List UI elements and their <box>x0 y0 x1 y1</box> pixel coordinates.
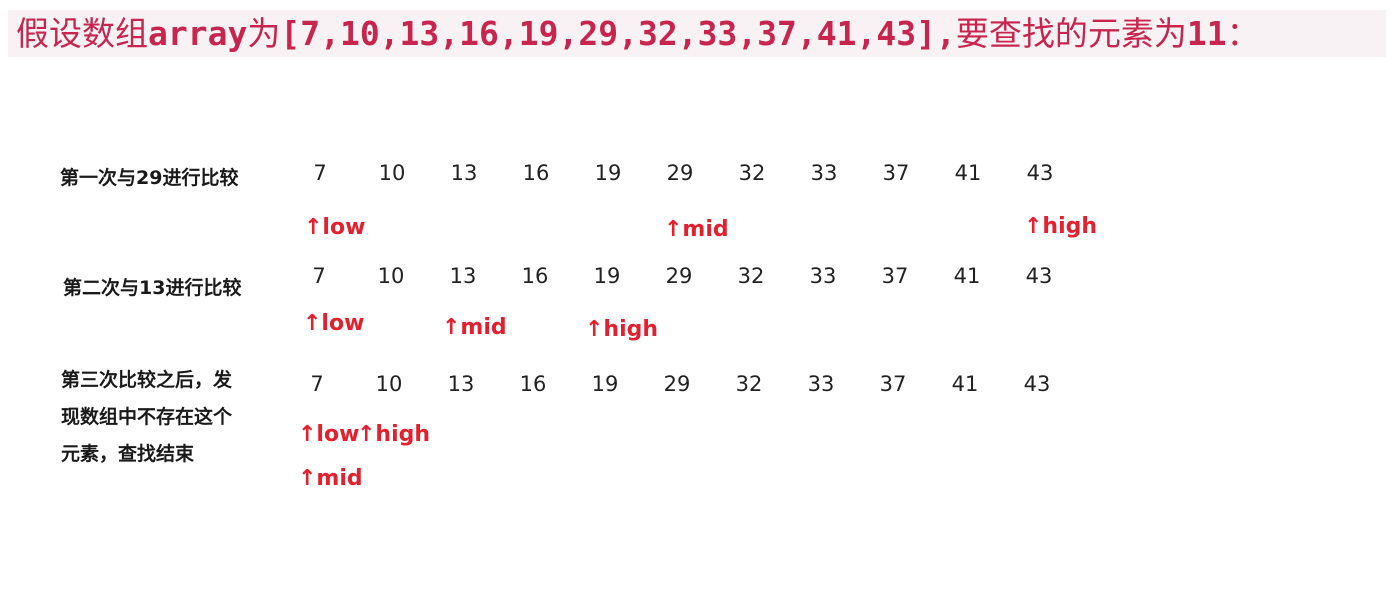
array-cell: 32 <box>738 161 766 185</box>
array-cell: 32 <box>737 264 765 288</box>
array-cell: 16 <box>519 372 547 396</box>
array-cell: 33 <box>810 161 838 185</box>
array-cell: 10 <box>377 264 405 288</box>
pointer-mid: ↑mid <box>442 315 507 340</box>
heading-array-word: array <box>148 14 248 53</box>
array-cell: 43 <box>1023 372 1051 396</box>
step-2-label-line: 第二次与13进行比较 <box>63 277 242 299</box>
array-cell: 13 <box>447 372 475 396</box>
step-2-label: 第二次与13进行比较 <box>63 270 241 307</box>
array-cell: 37 <box>882 161 910 185</box>
array-cell: 16 <box>521 264 549 288</box>
step-3-label-line-1: 第三次比较之后，发 <box>61 369 233 391</box>
heading-array-literal: [7,10,13,16,19,29,32,33,37,41,43], <box>280 14 956 53</box>
pointer-high: ↑high <box>1024 214 1098 239</box>
array-cell: 10 <box>378 161 406 185</box>
array-cell: 29 <box>665 264 693 288</box>
step-3-label-line-3: 元素，查找结束 <box>61 443 195 465</box>
array-cell: 16 <box>522 161 550 185</box>
heading-suffix: ： <box>1226 14 1260 53</box>
pointer-low: ↑low <box>304 215 366 240</box>
array-cell: 41 <box>953 264 981 288</box>
step-3-label-line-2: 现数组中不存在这个 <box>61 406 233 428</box>
pointer-low: ↑low <box>303 311 365 336</box>
heading-bar: 假设数组array为[7,10,13,16,19,29,32,33,37,41,… <box>8 10 1386 57</box>
array-cell: 7 <box>310 372 324 396</box>
heading-target-prefix: 要查找的元素为 <box>955 14 1187 53</box>
array-cell: 13 <box>449 264 477 288</box>
step-1-label-line: 第一次与29进行比较 <box>60 167 239 189</box>
array-cell: 37 <box>881 264 909 288</box>
pointer-mid: ↑mid <box>664 217 729 242</box>
pointer-high: ↑high <box>585 317 659 342</box>
array-cell: 41 <box>954 161 982 185</box>
array-cell: 7 <box>313 161 327 185</box>
array-cell: 19 <box>593 264 621 288</box>
array-cell: 41 <box>951 372 979 396</box>
array-cell: 19 <box>594 161 622 185</box>
array-cell: 29 <box>666 161 694 185</box>
array-cell: 7 <box>312 264 326 288</box>
array-cell: 29 <box>663 372 691 396</box>
array-cell: 33 <box>809 264 837 288</box>
array-cell: 10 <box>375 372 403 396</box>
step-3-label: 第三次比较之后，发 现数组中不存在这个 元素，查找结束 <box>61 362 232 473</box>
heading-middle: 为 <box>247 14 281 53</box>
array-cell: 32 <box>735 372 763 396</box>
array-cell: 37 <box>879 372 907 396</box>
pointer-low: ↑low <box>298 422 360 447</box>
array-cell: 33 <box>807 372 835 396</box>
array-cell: 43 <box>1025 264 1053 288</box>
array-cell: 43 <box>1026 161 1054 185</box>
step-1-label: 第一次与29进行比较 <box>60 160 238 197</box>
heading-prefix: 假设数组 <box>16 14 148 53</box>
heading-target: 11 <box>1186 14 1227 53</box>
pointer-high: ↑high <box>357 422 431 447</box>
array-cell: 19 <box>591 372 619 396</box>
heading-text: 假设数组array为[7,10,13,16,19,29,32,33,37,41,… <box>16 14 1260 54</box>
pointer-mid: ↑mid <box>298 466 363 491</box>
array-cell: 13 <box>450 161 478 185</box>
